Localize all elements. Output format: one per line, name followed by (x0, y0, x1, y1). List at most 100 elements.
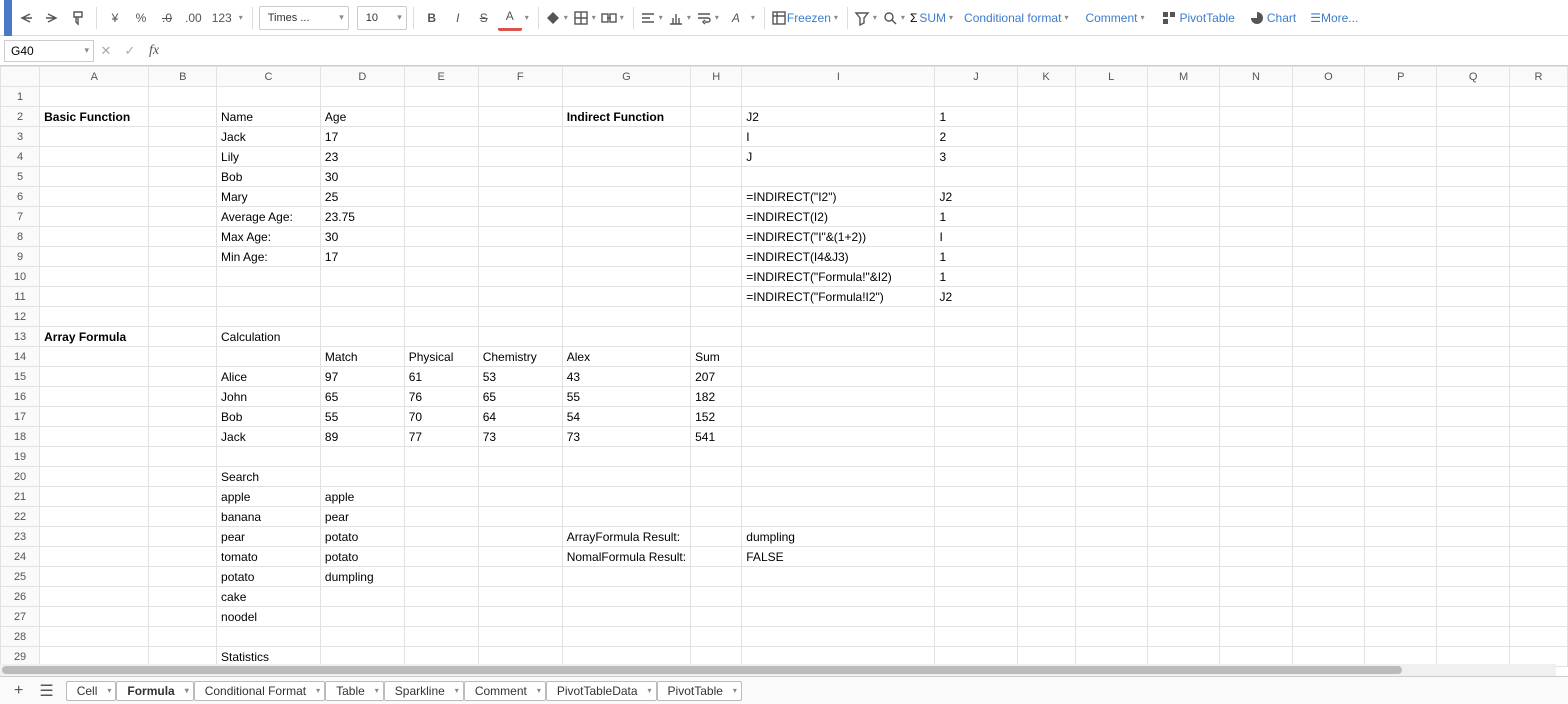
cell-E4[interactable] (404, 147, 478, 167)
find-button[interactable]: ▾ (882, 10, 908, 26)
cell-Q9[interactable] (1437, 247, 1509, 267)
wrap-button[interactable]: ▾ (696, 10, 722, 26)
cell-I12[interactable] (742, 307, 935, 327)
bold-button[interactable]: B (420, 5, 444, 31)
cell-L27[interactable] (1075, 607, 1147, 627)
cell-A6[interactable] (40, 187, 149, 207)
cell-H22[interactable] (691, 507, 742, 527)
cell-I17[interactable] (742, 407, 935, 427)
cell-P24[interactable] (1365, 547, 1437, 567)
cell-N15[interactable] (1220, 367, 1292, 387)
cell-A5[interactable] (40, 167, 149, 187)
cell-P13[interactable] (1365, 327, 1437, 347)
cell-C27[interactable]: noodel (217, 607, 321, 627)
cell-N11[interactable] (1220, 287, 1292, 307)
row-header-18[interactable]: 18 (1, 427, 40, 447)
cell-H17[interactable]: 152 (691, 407, 742, 427)
cell-N28[interactable] (1220, 627, 1292, 647)
cell-L14[interactable] (1075, 347, 1147, 367)
cell-D23[interactable]: potato (320, 527, 404, 547)
cell-D11[interactable] (320, 287, 404, 307)
cell-Q24[interactable] (1437, 547, 1509, 567)
format-painter-button[interactable] (66, 5, 90, 31)
cell-P21[interactable] (1365, 487, 1437, 507)
cell-M20[interactable] (1147, 467, 1219, 487)
cell-G4[interactable] (562, 147, 690, 167)
cell-I25[interactable] (742, 567, 935, 587)
cell-A25[interactable] (40, 567, 149, 587)
row-header-22[interactable]: 22 (1, 507, 40, 527)
cell-M9[interactable] (1147, 247, 1219, 267)
cell-B23[interactable] (149, 527, 217, 547)
cell-P3[interactable] (1365, 127, 1437, 147)
cell-G23[interactable]: ArrayFormula Result: (562, 527, 690, 547)
col-header-Q[interactable]: Q (1437, 67, 1509, 87)
cell-J4[interactable]: 3 (935, 147, 1017, 167)
cell-R22[interactable] (1509, 507, 1567, 527)
cell-F24[interactable] (478, 547, 562, 567)
cell-D15[interactable]: 97 (320, 367, 404, 387)
cell-R4[interactable] (1509, 147, 1567, 167)
cell-I9[interactable]: =INDIRECT(I4&J3) (742, 247, 935, 267)
cell-A9[interactable] (40, 247, 149, 267)
cell-C19[interactable] (217, 447, 321, 467)
cell-L20[interactable] (1075, 467, 1147, 487)
cell-N13[interactable] (1220, 327, 1292, 347)
cell-R8[interactable] (1509, 227, 1567, 247)
sheet-list-button[interactable]: ☰ (35, 681, 57, 701)
cell-L4[interactable] (1075, 147, 1147, 167)
cell-B22[interactable] (149, 507, 217, 527)
cell-L23[interactable] (1075, 527, 1147, 547)
cell-M22[interactable] (1147, 507, 1219, 527)
cell-M1[interactable] (1147, 87, 1219, 107)
cell-C26[interactable]: cake (217, 587, 321, 607)
col-header-J[interactable]: J (935, 67, 1017, 87)
cell-D17[interactable]: 55 (320, 407, 404, 427)
cell-Q7[interactable] (1437, 207, 1509, 227)
row-header-13[interactable]: 13 (1, 327, 40, 347)
cell-O12[interactable] (1292, 307, 1364, 327)
cell-B15[interactable] (149, 367, 217, 387)
cell-P14[interactable] (1365, 347, 1437, 367)
cell-B17[interactable] (149, 407, 217, 427)
cell-I8[interactable]: =INDIRECT("I"&(1+2)) (742, 227, 935, 247)
cell-G12[interactable] (562, 307, 690, 327)
cell-M21[interactable] (1147, 487, 1219, 507)
col-header-L[interactable]: L (1075, 67, 1147, 87)
cell-N2[interactable] (1220, 107, 1292, 127)
cell-H26[interactable] (691, 587, 742, 607)
cell-J28[interactable] (935, 627, 1017, 647)
cell-K7[interactable] (1017, 207, 1075, 227)
cell-M11[interactable] (1147, 287, 1219, 307)
cell-J1[interactable] (935, 87, 1017, 107)
cell-C7[interactable]: Average Age: (217, 207, 321, 227)
cell-D22[interactable]: pear (320, 507, 404, 527)
row-header-28[interactable]: 28 (1, 627, 40, 647)
cell-G21[interactable] (562, 487, 690, 507)
cell-H23[interactable] (691, 527, 742, 547)
cell-H19[interactable] (691, 447, 742, 467)
cell-K18[interactable] (1017, 427, 1075, 447)
cell-A15[interactable] (40, 367, 149, 387)
cell-K26[interactable] (1017, 587, 1075, 607)
cell-P6[interactable] (1365, 187, 1437, 207)
cell-E3[interactable] (404, 127, 478, 147)
cell-R1[interactable] (1509, 87, 1567, 107)
cell-M2[interactable] (1147, 107, 1219, 127)
cell-N4[interactable] (1220, 147, 1292, 167)
cell-O13[interactable] (1292, 327, 1364, 347)
cell-B1[interactable] (149, 87, 217, 107)
cell-A28[interactable] (40, 627, 149, 647)
cell-F19[interactable] (478, 447, 562, 467)
cell-E6[interactable] (404, 187, 478, 207)
cell-C28[interactable] (217, 627, 321, 647)
cell-R2[interactable] (1509, 107, 1567, 127)
cell-D20[interactable] (320, 467, 404, 487)
cell-R10[interactable] (1509, 267, 1567, 287)
cell-O6[interactable] (1292, 187, 1364, 207)
cell-K15[interactable] (1017, 367, 1075, 387)
cell-N27[interactable] (1220, 607, 1292, 627)
cell-A17[interactable] (40, 407, 149, 427)
cell-F18[interactable]: 73 (478, 427, 562, 447)
cell-G20[interactable] (562, 467, 690, 487)
